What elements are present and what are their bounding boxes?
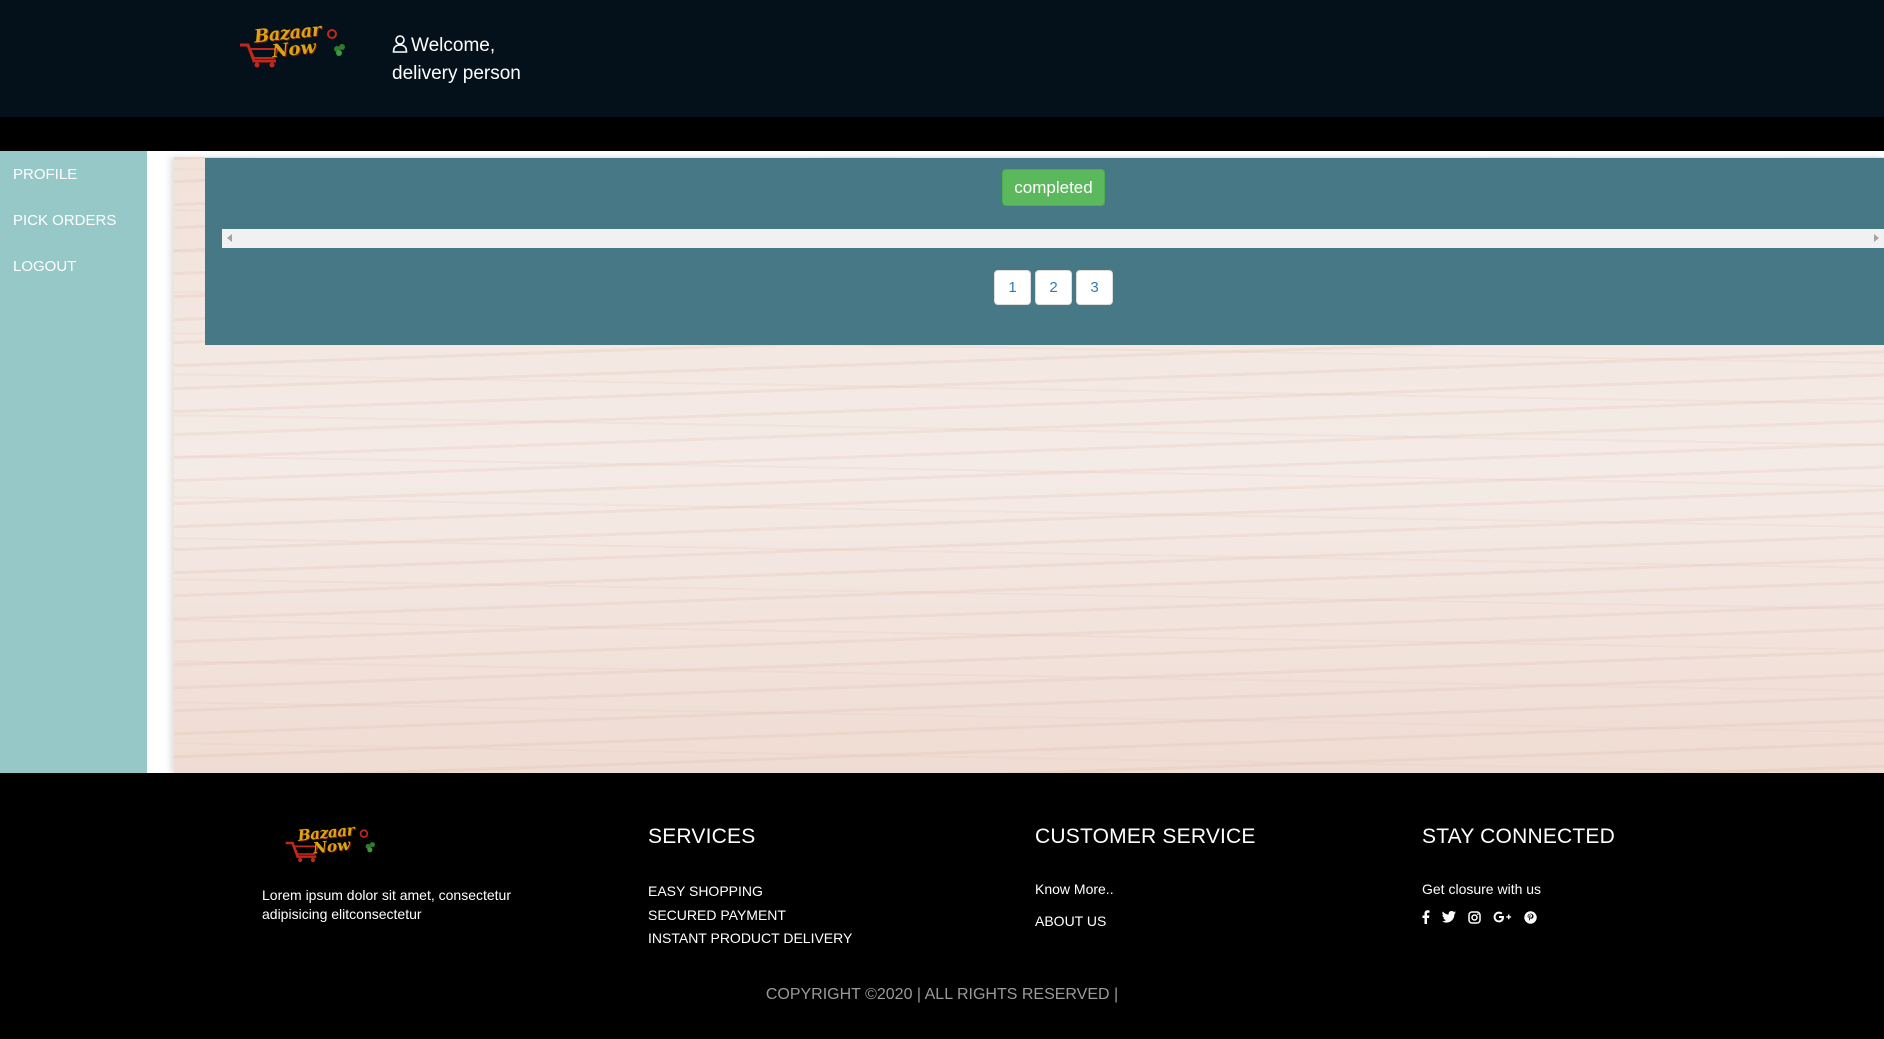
top-header: Bazaar Now Welcome, delivery person xyxy=(0,0,1884,117)
footer-get-closure-text: Get closure with us xyxy=(1422,881,1542,897)
pagination-page-3[interactable]: 3 xyxy=(1076,270,1113,305)
footer-link-secured-payment[interactable]: SECURED PAYMENT xyxy=(648,906,786,924)
google-plus-icon[interactable] xyxy=(1493,911,1512,926)
social-icons xyxy=(1422,910,1537,927)
scroll-left-icon[interactable] xyxy=(227,234,232,242)
footer-link-easy-shopping[interactable]: EASY SHOPPING xyxy=(648,882,763,900)
pagination-page-1[interactable]: 1 xyxy=(994,270,1031,305)
welcome-line-2: delivery person xyxy=(392,63,521,84)
twitter-icon[interactable] xyxy=(1442,911,1456,926)
logo-text-now: Now xyxy=(270,36,317,63)
footer-description: Lorem ipsum dolor sit amet, consectetur … xyxy=(262,887,511,922)
sidebar-item-logout[interactable]: LOGOUT xyxy=(13,258,76,276)
footer-logo-text-now: Now xyxy=(312,835,352,858)
footer-heading-customer-service: CUSTOMER SERVICE xyxy=(1035,825,1256,848)
welcome-line-1: Welcome, xyxy=(411,35,496,56)
instagram-icon[interactable] xyxy=(1468,910,1481,927)
facebook-icon[interactable] xyxy=(1422,910,1430,927)
footer-link-about-us[interactable]: ABOUT US xyxy=(1035,912,1106,930)
user-icon xyxy=(392,35,408,61)
sidebar-item-profile[interactable]: PROFILE xyxy=(13,166,77,184)
brand-logo[interactable]: Bazaar Now xyxy=(238,20,350,69)
sidebar: PROFILE PICK ORDERS LOGOUT xyxy=(0,151,147,773)
horizontal-scrollbar[interactable] xyxy=(222,229,1884,248)
welcome-message: Welcome, delivery person xyxy=(392,33,521,87)
sidebar-item-pick-orders[interactable]: PICK ORDERS xyxy=(13,212,116,230)
header-strip xyxy=(0,117,1884,151)
footer-heading-stay-connected: STAY CONNECTED xyxy=(1422,825,1615,848)
footer-logo[interactable]: Bazaar Now xyxy=(284,821,379,863)
pagination-page-2[interactable]: 2 xyxy=(1035,270,1072,305)
footer-link-know-more[interactable]: Know More.. xyxy=(1035,880,1114,898)
pinterest-icon[interactable] xyxy=(1524,910,1537,927)
footer-link-instant-delivery[interactable]: INSTANT PRODUCT DELIVERY xyxy=(648,929,852,947)
copyright-text: COPYRIGHT ©2020 | ALL RIGHTS RESERVED | xyxy=(765,986,1119,1003)
scroll-right-icon[interactable] xyxy=(1874,234,1879,242)
status-badge[interactable]: completed xyxy=(1002,169,1105,206)
footer-heading-services: SERVICES xyxy=(648,825,756,848)
footer: Bazaar Now Lorem ipsum dolor sit amet, c… xyxy=(0,773,1884,1039)
